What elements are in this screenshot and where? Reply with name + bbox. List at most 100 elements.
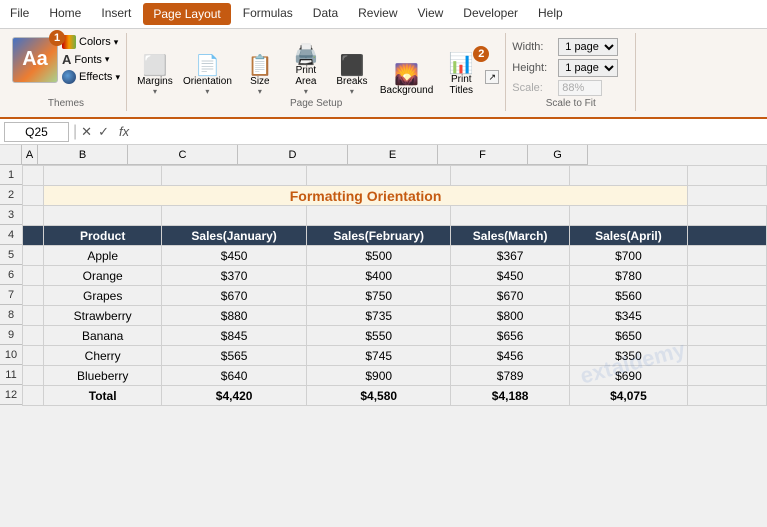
cell-r12-c1[interactable]: Total xyxy=(44,386,162,406)
cell-r3-c6[interactable] xyxy=(688,206,767,226)
cell-r6-c6[interactable] xyxy=(688,266,767,286)
cell-r7-c3[interactable]: $750 xyxy=(306,286,451,306)
cell-r1-c1[interactable] xyxy=(44,166,162,186)
cell-r4-c1[interactable]: Product xyxy=(44,226,162,246)
breaks-button[interactable]: ⬛ Breaks ▾ xyxy=(330,54,374,98)
cell-r7-c0[interactable] xyxy=(23,286,44,306)
cell-r6-c3[interactable]: $400 xyxy=(306,266,451,286)
cell-r11-c3[interactable]: $900 xyxy=(306,366,451,386)
menu-item-help[interactable]: Help xyxy=(528,2,573,26)
cell-r11-c2[interactable]: $640 xyxy=(162,366,307,386)
menu-item-formulas[interactable]: Formulas xyxy=(233,2,303,26)
cell-r9-c6[interactable] xyxy=(688,326,767,346)
cell-r4-c4[interactable]: Sales(March) xyxy=(451,226,569,246)
menu-item-insert[interactable]: Insert xyxy=(91,2,141,26)
width-select[interactable]: 1 page xyxy=(558,38,618,56)
cell-r5-c0[interactable] xyxy=(23,246,44,266)
cell-r8-c1[interactable]: Strawberry xyxy=(44,306,162,326)
cell-r6-c0[interactable] xyxy=(23,266,44,286)
cell-r8-c2[interactable]: $880 xyxy=(162,306,307,326)
height-select[interactable]: 1 page xyxy=(558,59,618,77)
cell-r10-c3[interactable]: $745 xyxy=(306,346,451,366)
cell-r6-c1[interactable]: Orange xyxy=(44,266,162,286)
cell-r10-c1[interactable]: Cherry xyxy=(44,346,162,366)
scale-input[interactable] xyxy=(558,80,602,96)
cell-r4-c0[interactable] xyxy=(23,226,44,246)
cell-r3-c1[interactable] xyxy=(44,206,162,226)
background-button[interactable]: 🌄 Background xyxy=(376,63,437,98)
data-grid[interactable]: Formatting OrientationProductSales(Janua… xyxy=(22,165,767,406)
cell-r12-c3[interactable]: $4,580 xyxy=(306,386,451,406)
cell-r5-c3[interactable]: $500 xyxy=(306,246,451,266)
cell-r11-c0[interactable] xyxy=(23,366,44,386)
cell-r9-c1[interactable]: Banana xyxy=(44,326,162,346)
cell-r9-c2[interactable]: $845 xyxy=(162,326,307,346)
menu-item-review[interactable]: Review xyxy=(348,2,407,26)
cell-reference-input[interactable] xyxy=(4,122,69,142)
cell-r2-c0[interactable] xyxy=(23,186,44,206)
cell-r6-c2[interactable]: $370 xyxy=(162,266,307,286)
menu-item-view[interactable]: View xyxy=(408,2,454,26)
cell-r8-c0[interactable] xyxy=(23,306,44,326)
cell-r9-c4[interactable]: $656 xyxy=(451,326,569,346)
cell-r10-c6[interactable] xyxy=(688,346,767,366)
size-button[interactable]: 📋 Size ▾ xyxy=(238,54,282,98)
print-titles-button[interactable]: 📊 PrintTitles 2 xyxy=(439,52,483,98)
cell-r1-c2[interactable] xyxy=(162,166,307,186)
menu-item-file[interactable]: File xyxy=(0,2,39,26)
cell-r1-c3[interactable] xyxy=(306,166,451,186)
cell-r3-c2[interactable] xyxy=(162,206,307,226)
cell-r10-c4[interactable]: $456 xyxy=(451,346,569,366)
cell-r7-c5[interactable]: $560 xyxy=(569,286,687,306)
menu-item-page-layout[interactable]: Page Layout xyxy=(143,3,230,25)
cell-r1-c5[interactable] xyxy=(569,166,687,186)
cell-r9-c0[interactable] xyxy=(23,326,44,346)
cell-r5-c4[interactable]: $367 xyxy=(451,246,569,266)
cell-r1-c6[interactable] xyxy=(688,166,767,186)
cell-r4-c5[interactable]: Sales(April) xyxy=(569,226,687,246)
cell-r3-c4[interactable] xyxy=(451,206,569,226)
cell-r12-c2[interactable]: $4,420 xyxy=(162,386,307,406)
cell-r1-c4[interactable] xyxy=(451,166,569,186)
cell-r10-c2[interactable]: $565 xyxy=(162,346,307,366)
cell-r5-c1[interactable]: Apple xyxy=(44,246,162,266)
cell-r3-c0[interactable] xyxy=(23,206,44,226)
cell-r8-c3[interactable]: $735 xyxy=(306,306,451,326)
cell-r10-c0[interactable] xyxy=(23,346,44,366)
cell-r6-c5[interactable]: $780 xyxy=(569,266,687,286)
cell-r5-c6[interactable] xyxy=(688,246,767,266)
orientation-button[interactable]: 📄 Orientation ▾ xyxy=(179,54,236,98)
cell-r11-c4[interactable]: $789 xyxy=(451,366,569,386)
cell-r3-c5[interactable] xyxy=(569,206,687,226)
cell-r7-c1[interactable]: Grapes xyxy=(44,286,162,306)
cell-r8-c4[interactable]: $800 xyxy=(451,306,569,326)
cell-r7-c2[interactable]: $670 xyxy=(162,286,307,306)
cell-r12-c6[interactable] xyxy=(688,386,767,406)
margins-button[interactable]: ⬜ Margins ▾ xyxy=(133,54,177,98)
cell-r6-c4[interactable]: $450 xyxy=(451,266,569,286)
colors-button[interactable]: Colors ▾ xyxy=(62,35,120,49)
cell-r7-c6[interactable] xyxy=(688,286,767,306)
page-setup-dialog-launcher[interactable]: ↗ xyxy=(485,70,499,84)
cell-r4-c6[interactable] xyxy=(688,226,767,246)
fonts-button[interactable]: A Fonts ▾ xyxy=(62,52,120,67)
cell-r1-c0[interactable] xyxy=(23,166,44,186)
cell-r8-c5[interactable]: $345 xyxy=(569,306,687,326)
cell-r11-c1[interactable]: Blueberry xyxy=(44,366,162,386)
confirm-formula-icon[interactable]: ✓ xyxy=(98,124,109,140)
effects-button[interactable]: Effects ▾ xyxy=(62,70,120,84)
menu-item-developer[interactable]: Developer xyxy=(453,2,528,26)
cell-r3-c3[interactable] xyxy=(306,206,451,226)
cell-r11-c6[interactable] xyxy=(688,366,767,386)
cell-r9-c3[interactable]: $550 xyxy=(306,326,451,346)
cell-r4-c2[interactable]: Sales(January) xyxy=(162,226,307,246)
menu-item-home[interactable]: Home xyxy=(39,2,91,26)
cell-r5-c2[interactable]: $450 xyxy=(162,246,307,266)
cancel-formula-icon[interactable]: ✕ xyxy=(81,124,92,140)
cell-r5-c5[interactable]: $700 xyxy=(569,246,687,266)
cell-r4-c3[interactable]: Sales(February) xyxy=(306,226,451,246)
themes-button[interactable]: Aa 1 xyxy=(12,37,58,83)
cell-r12-c4[interactable]: $4,188 xyxy=(451,386,569,406)
print-area-button[interactable]: 🖨️ PrintArea ▾ xyxy=(284,43,328,98)
cell-r8-c6[interactable] xyxy=(688,306,767,326)
